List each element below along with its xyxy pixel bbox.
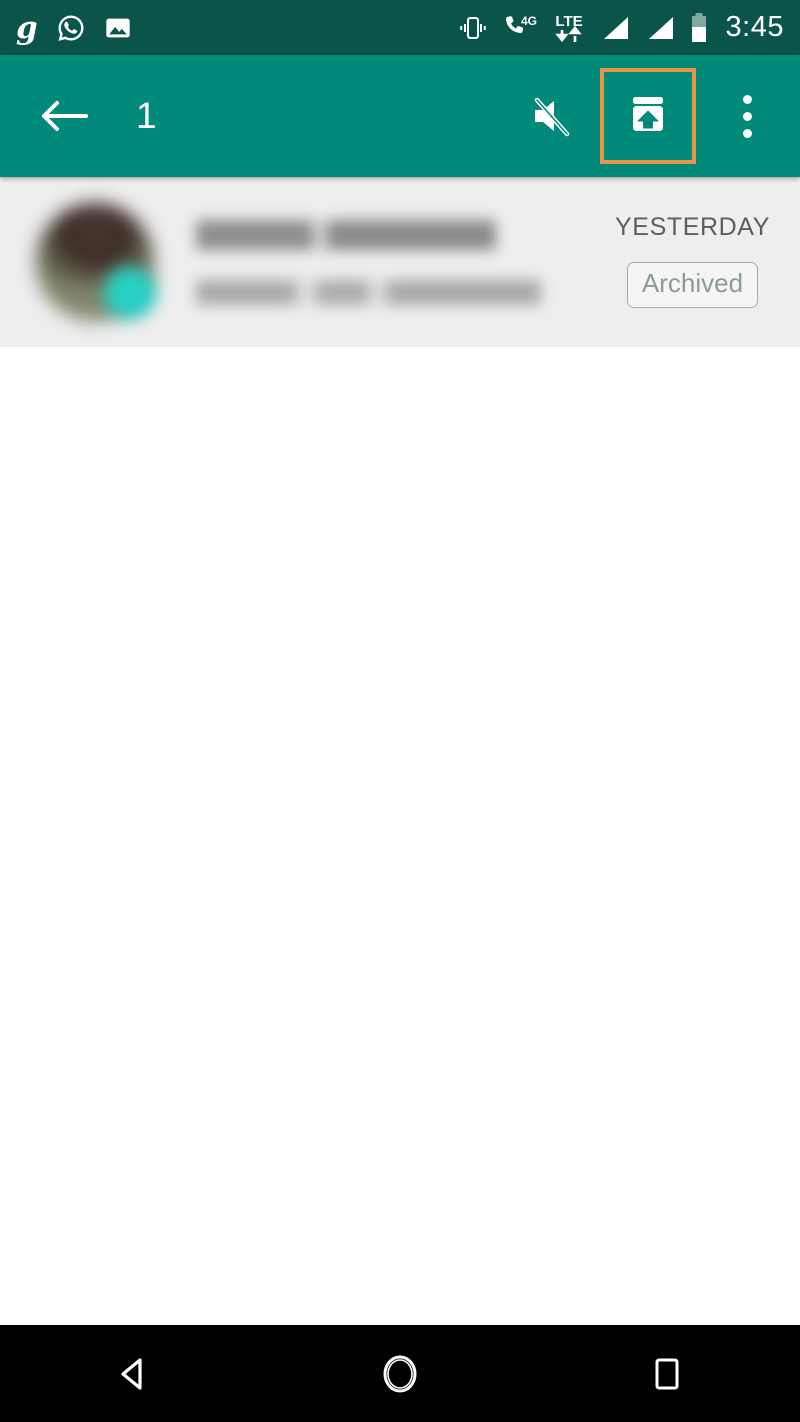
call-4g-icon: 4G xyxy=(502,13,538,43)
chat-list-item[interactable]: YESTERDAY Archived xyxy=(0,177,800,347)
selection-count: 1 xyxy=(136,95,158,136)
row-divider xyxy=(0,177,800,178)
signal-sim1-icon xyxy=(600,14,632,42)
overflow-dot xyxy=(742,111,752,121)
android-navigation-bar xyxy=(0,1325,800,1422)
nav-recents-button[interactable] xyxy=(607,1325,727,1422)
overflow-dot xyxy=(742,128,752,138)
toolbar-back-button[interactable] xyxy=(24,76,104,156)
lte-data-icon: LTE xyxy=(551,12,587,44)
mute-button[interactable] xyxy=(514,79,588,153)
avatar[interactable] xyxy=(36,203,156,321)
chat-text-block xyxy=(196,219,615,305)
grofers-g-icon: g xyxy=(16,10,38,46)
status-clock: 3:45 xyxy=(725,11,784,43)
unarchive-button[interactable] xyxy=(600,68,696,164)
nav-home-button[interactable] xyxy=(340,1325,460,1422)
svg-text:4G: 4G xyxy=(521,14,537,28)
chat-timestamp: YESTERDAY xyxy=(615,212,770,241)
status-system-icons: 4G LTE 3:45 xyxy=(457,11,784,44)
svg-text:LTE: LTE xyxy=(555,13,582,30)
archived-status-badge: Archived xyxy=(626,261,759,308)
battery-icon xyxy=(690,12,708,44)
selection-toolbar: 1 xyxy=(0,55,800,177)
status-notification-icons: g xyxy=(16,10,132,46)
photo-gallery-icon xyxy=(104,14,132,42)
archived-chat-list: YESTERDAY Archived xyxy=(0,177,800,1325)
whatsapp-icon xyxy=(56,13,86,43)
unarchive-icon xyxy=(623,89,673,144)
signal-sim2-icon xyxy=(645,14,677,42)
avatar-selected-check-icon xyxy=(104,267,156,319)
overflow-dot xyxy=(742,94,752,104)
chat-message-preview-redacted xyxy=(196,279,541,305)
nav-back-button[interactable] xyxy=(73,1325,193,1422)
phone-screen: g 4G LTE 3:45 1 YESTERDAY Archived xyxy=(0,0,800,1422)
chat-contact-name-redacted xyxy=(196,219,496,250)
chat-meta: YESTERDAY Archived xyxy=(615,213,770,312)
overflow-menu-button[interactable] xyxy=(716,76,778,156)
vibrate-icon xyxy=(457,13,489,43)
status-bar: g 4G LTE 3:45 xyxy=(0,0,800,55)
